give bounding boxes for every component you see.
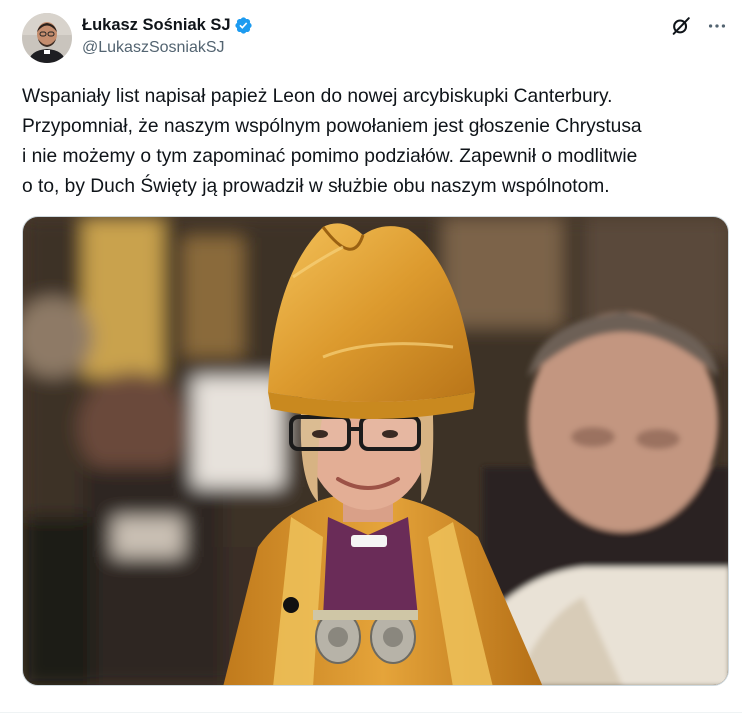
avatar-image <box>22 13 72 63</box>
verified-badge-icon[interactable] <box>234 16 253 35</box>
author-avatar[interactable] <box>22 13 72 63</box>
author-display-name[interactable]: Łukasz Sośniak SJ <box>82 16 231 35</box>
photo-image <box>23 217 728 685</box>
tweet-card[interactable]: Łukasz Sośniak SJ @LukaszSosniakSJ Wspan… <box>0 0 742 713</box>
display-name-row: Łukasz Sośniak SJ <box>82 14 253 36</box>
header-actions <box>670 15 728 37</box>
tweet-photo[interactable] <box>22 216 729 686</box>
more-icon[interactable] <box>706 15 728 37</box>
author-names: Łukasz Sośniak SJ @LukaszSosniakSJ <box>82 14 253 57</box>
grok-icon[interactable] <box>670 15 692 37</box>
tweet-header: Łukasz Sośniak SJ @LukaszSosniakSJ <box>22 13 728 63</box>
author-handle[interactable]: @LukaszSosniakSJ <box>82 39 253 57</box>
tweet-text: Wspaniały list napisał papież Leon do no… <box>22 86 642 197</box>
